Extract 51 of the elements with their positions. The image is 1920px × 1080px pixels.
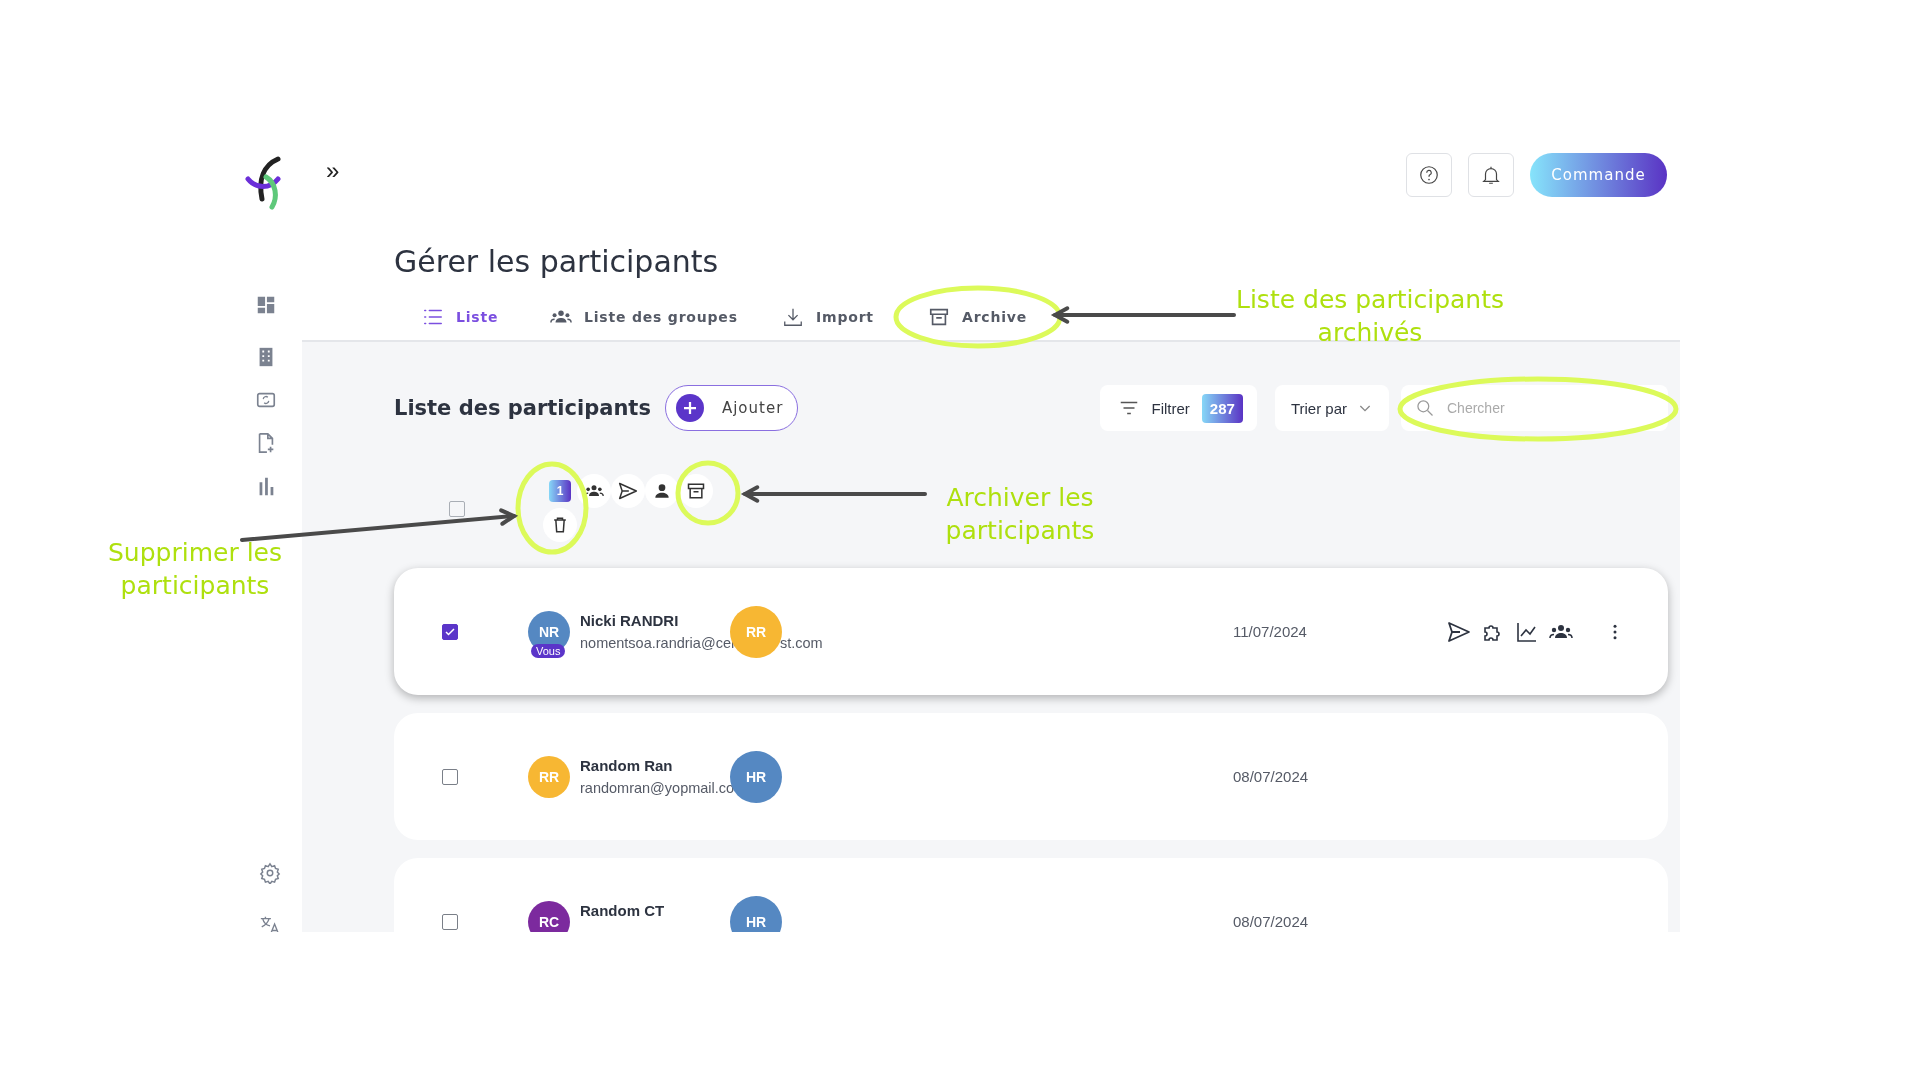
date-text: 11/07/2024 — [1233, 623, 1308, 640]
search-field[interactable]: Chercher — [1401, 385, 1668, 431]
participant-email: randomran@yopmail.co — [580, 780, 735, 796]
archive-icon — [928, 306, 950, 328]
checkmark-icon — [444, 625, 456, 638]
search-icon — [1415, 398, 1435, 418]
select-all-checkbox[interactable] — [449, 501, 465, 517]
participant-card[interactable]: RC Random CT HR 08/07/2024 — [394, 858, 1668, 932]
trash-button[interactable] — [543, 508, 577, 542]
callout-ellipse — [675, 460, 741, 526]
list-title: Liste des participants — [394, 396, 651, 420]
person-button[interactable] — [645, 474, 679, 508]
expand-toggle[interactable]: » — [326, 157, 340, 185]
dashboard-icon[interactable] — [255, 294, 277, 316]
add-button[interactable]: Ajouter — [664, 385, 799, 431]
row-checkbox[interactable] — [442, 623, 458, 640]
help-button[interactable] — [1406, 153, 1452, 197]
person-icon — [652, 481, 672, 501]
page-title: Gérer les participants — [394, 244, 720, 281]
row-checkbox[interactable] — [442, 768, 458, 785]
send-icon[interactable] — [1447, 619, 1471, 644]
tab[interactable]: Liste des groupes — [550, 300, 782, 334]
avatar: RC — [528, 900, 570, 932]
filter-button[interactable]: Filtrer 287 — [1099, 385, 1257, 431]
translate-icon[interactable] — [259, 914, 281, 932]
count-badge: 287 — [1201, 393, 1243, 423]
avatar: HR — [730, 895, 782, 932]
tab[interactable]: Import — [782, 300, 928, 334]
settings-icon[interactable] — [259, 862, 281, 884]
help-icon — [1418, 164, 1440, 186]
annotation-text: Archiver les participants — [944, 482, 1096, 547]
download-icon — [782, 306, 804, 328]
date-text: 08/07/2024 — [1233, 913, 1310, 930]
participant-name: Random Ran — [580, 757, 674, 774]
date-text: 08/07/2024 — [1233, 768, 1310, 785]
archive-icon — [686, 481, 706, 501]
tab[interactable]: Archive — [928, 300, 1028, 334]
participant-name: Random CT — [580, 902, 665, 919]
row-checkbox[interactable] — [442, 913, 458, 930]
tab[interactable]: Liste — [422, 300, 550, 334]
participant-name: Nicki RANDRI — [580, 612, 680, 629]
avatar: RR — [528, 755, 570, 798]
sort-dropdown[interactable]: Trier par — [1274, 385, 1389, 431]
annotation-text: Liste des participants archivés — [1235, 284, 1505, 349]
notification-button[interactable] — [1468, 153, 1514, 197]
participant-email: st.com — [780, 635, 823, 651]
annotation-text: Supprimer les participants — [107, 537, 283, 602]
selected-count-badge: 1 — [549, 480, 571, 502]
participant-email: nomentsoa.randria@cer — [580, 635, 736, 651]
bell-icon — [1480, 164, 1502, 186]
send-icon — [618, 481, 638, 501]
